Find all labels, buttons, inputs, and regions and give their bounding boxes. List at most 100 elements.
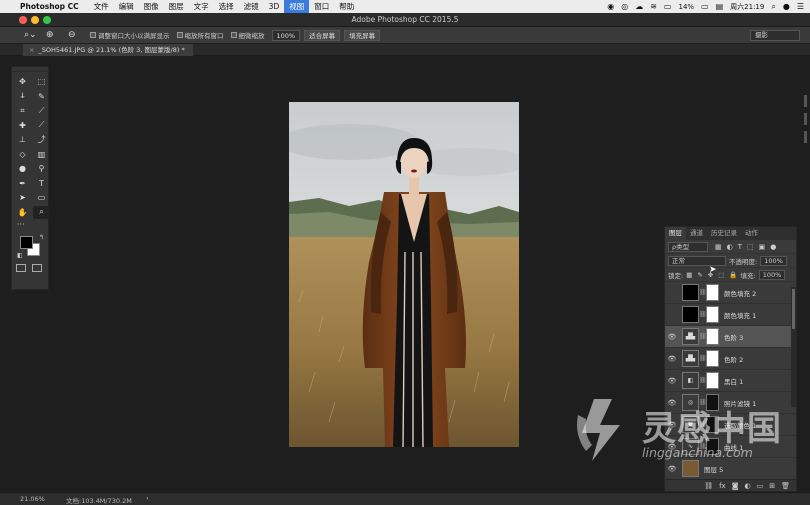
scrubby-zoom-checkbox[interactable] bbox=[230, 32, 237, 38]
lock-transparent-icon[interactable]: ▦ bbox=[686, 271, 692, 279]
clone-stamp-tool-icon[interactable]: ⊥ bbox=[14, 133, 31, 147]
pen-tool-icon[interactable]: ✒ bbox=[14, 177, 31, 191]
zoom-tool-icon[interactable]: ⌕ bbox=[33, 205, 50, 219]
workspace-select[interactable]: 摄影 bbox=[750, 30, 800, 41]
link-layers-icon[interactable]: ⛓ bbox=[704, 482, 713, 490]
app-menu[interactable]: Photoshop CC bbox=[20, 2, 79, 11]
layer-row[interactable]: ⛓ 颜色填充 2 bbox=[665, 282, 796, 304]
fill-screen-button[interactable]: 填充屏幕 bbox=[344, 29, 381, 41]
menu-type[interactable]: 文字 bbox=[189, 0, 214, 13]
zoom-all-checkbox[interactable] bbox=[176, 32, 183, 38]
scrollbar-thumb[interactable] bbox=[792, 289, 795, 329]
document-tab[interactable]: × _SOH5461.JPG @ 21.1% (色阶 3, 图层蒙版/8) * bbox=[23, 44, 193, 56]
visibility-eye-icon[interactable]: 👁 bbox=[665, 377, 679, 385]
menu-view[interactable]: 视图 bbox=[284, 0, 310, 13]
quick-mask-icon[interactable] bbox=[16, 264, 26, 272]
menu-3d[interactable]: 3D bbox=[264, 0, 285, 13]
collapsed-panel-handle[interactable] bbox=[804, 131, 807, 143]
layer-row[interactable]: 👁 ◎ ⛓ 照片滤镜 1 bbox=[665, 392, 796, 414]
path-selection-tool-icon[interactable]: ➤ bbox=[14, 191, 31, 205]
brush-tool-icon[interactable]: ⟋ bbox=[33, 119, 50, 133]
filter-adjustment-icon[interactable]: ◐ bbox=[727, 243, 733, 251]
layer-row[interactable]: 👁 ◧ ⛓ 黑白 1 bbox=[665, 370, 796, 392]
marquee-tool-icon[interactable]: ⬚ bbox=[33, 75, 50, 89]
menu-select[interactable]: 选择 bbox=[214, 0, 239, 13]
battery-percent[interactable]: 14% bbox=[678, 3, 694, 11]
flag-icon[interactable]: ▤ bbox=[716, 2, 724, 11]
filter-smart-object-icon[interactable]: ▣ bbox=[759, 243, 766, 251]
layer-mask-thumbnail[interactable] bbox=[706, 438, 719, 455]
visibility-eye-icon[interactable]: 👁 bbox=[665, 355, 679, 363]
opacity-input[interactable]: 100% bbox=[760, 255, 787, 266]
menu-window[interactable]: 窗口 bbox=[309, 0, 334, 13]
lasso-tool-icon[interactable]: ↆ bbox=[14, 90, 31, 104]
wifi-icon[interactable]: ≋ bbox=[650, 2, 657, 11]
delete-layer-icon[interactable]: 🗑 bbox=[781, 482, 790, 490]
zoom-100-button[interactable]: 100% bbox=[271, 29, 301, 41]
layer-row[interactable]: 👁 ▣ ⛓ 选取颜色 1 bbox=[665, 414, 796, 436]
filter-shape-icon[interactable]: ⬚ bbox=[747, 243, 754, 251]
zoom-all-option[interactable]: 缩放所有窗口 bbox=[176, 30, 224, 40]
resize-windows-option[interactable]: 调整窗口大小以满屏显示 bbox=[90, 30, 170, 40]
menu-image[interactable]: 图像 bbox=[139, 0, 164, 13]
menu-file[interactable]: 文件 bbox=[89, 0, 114, 13]
edit-toolbar-icon[interactable]: ··· bbox=[12, 221, 48, 231]
close-tab-icon[interactable]: × bbox=[29, 46, 34, 54]
visibility-eye-icon[interactable]: 👁 bbox=[665, 465, 679, 473]
zoom-level-field[interactable]: 21.06% bbox=[20, 495, 45, 503]
list-icon[interactable]: ☰ bbox=[797, 2, 804, 11]
swap-colors-icon[interactable]: ↰ bbox=[39, 234, 44, 241]
dodge-tool-icon[interactable]: ⚲ bbox=[33, 162, 50, 176]
rectangle-tool-icon[interactable]: ▭ bbox=[33, 191, 50, 205]
screen-mode-icon[interactable] bbox=[32, 264, 42, 272]
default-colors-icon[interactable]: ◧ bbox=[17, 252, 23, 259]
menu-edit[interactable]: 编辑 bbox=[114, 0, 139, 13]
filter-type-icon[interactable]: T bbox=[738, 243, 742, 251]
fit-screen-button[interactable]: 适合屏幕 bbox=[304, 29, 341, 41]
layer-mask-thumbnail[interactable] bbox=[706, 284, 719, 301]
lock-all-icon[interactable]: 🔒 bbox=[729, 271, 737, 279]
history-brush-tool-icon[interactable]: ⤴ bbox=[33, 133, 50, 147]
eye-icon[interactable]: ◎ bbox=[621, 2, 628, 11]
layer-filter-kind-select[interactable]: ρ类型 bbox=[668, 241, 708, 252]
menu-layer[interactable]: 图层 bbox=[164, 0, 189, 13]
new-group-icon[interactable]: ▭ bbox=[757, 482, 764, 490]
healing-brush-tool-icon[interactable]: ✚ bbox=[14, 119, 31, 133]
visibility-eye-icon[interactable]: 👁 bbox=[665, 399, 679, 407]
layers-scrollbar[interactable] bbox=[791, 287, 796, 407]
layer-mask-thumbnail[interactable] bbox=[706, 372, 719, 389]
cloud-icon[interactable]: ☁ bbox=[635, 2, 643, 11]
layer-row[interactable]: 👁 ∿ ⛓ 曲线 1 bbox=[665, 436, 796, 458]
new-layer-icon[interactable]: ⊞ bbox=[769, 482, 775, 490]
visibility-eye-icon[interactable]: 👁 bbox=[665, 421, 679, 429]
resize-windows-checkbox[interactable] bbox=[90, 32, 96, 38]
type-tool-icon[interactable]: T bbox=[33, 177, 50, 191]
tab-layers[interactable]: 图层 bbox=[665, 227, 686, 240]
layer-mask-thumbnail[interactable] bbox=[706, 416, 719, 433]
layer-row[interactable]: 👁 ▟▙ ⛓ 色阶 2 bbox=[665, 348, 796, 370]
eyedropper-tool-icon[interactable]: ⟋ bbox=[33, 104, 50, 118]
add-mask-icon[interactable]: ◙ bbox=[732, 482, 739, 490]
zoom-out-icon[interactable]: ⊖ bbox=[68, 29, 86, 41]
layer-style-icon[interactable]: fx bbox=[719, 482, 726, 490]
battery-icon[interactable]: ▭ bbox=[701, 2, 709, 11]
blend-mode-select[interactable]: 正常 bbox=[668, 255, 726, 266]
collapsed-panel-handle[interactable] bbox=[804, 95, 807, 107]
zoom-tool-preset-icon[interactable]: ⌕⌄ bbox=[24, 29, 42, 41]
tab-history[interactable]: 历史记录 bbox=[707, 227, 741, 240]
hand-tool-icon[interactable]: ✋ bbox=[14, 206, 31, 220]
layer-mask-thumbnail[interactable] bbox=[706, 394, 719, 411]
lock-artboard-icon[interactable]: ⬚ bbox=[718, 271, 724, 279]
filter-pixel-icon[interactable]: ▦ bbox=[715, 243, 722, 251]
eraser-tool-icon[interactable]: ◇ bbox=[14, 148, 31, 162]
record-icon[interactable]: ◉ bbox=[607, 2, 614, 11]
move-tool-icon[interactable]: ✥ bbox=[14, 75, 31, 89]
layer-row-selected[interactable]: 👁 ▟▙ ⛓ 色阶 3 bbox=[665, 326, 796, 348]
document-canvas-image[interactable] bbox=[289, 102, 519, 447]
tab-actions[interactable]: 动作 bbox=[741, 227, 762, 240]
status-menu-arrow[interactable]: › bbox=[146, 494, 149, 502]
zoom-in-icon[interactable]: ⊕ bbox=[46, 29, 64, 41]
visibility-eye-icon[interactable]: 👁 bbox=[665, 443, 679, 451]
scrubby-zoom-option[interactable]: 细微缩放 bbox=[230, 30, 265, 40]
user-avatar-icon[interactable]: ● bbox=[783, 2, 790, 11]
